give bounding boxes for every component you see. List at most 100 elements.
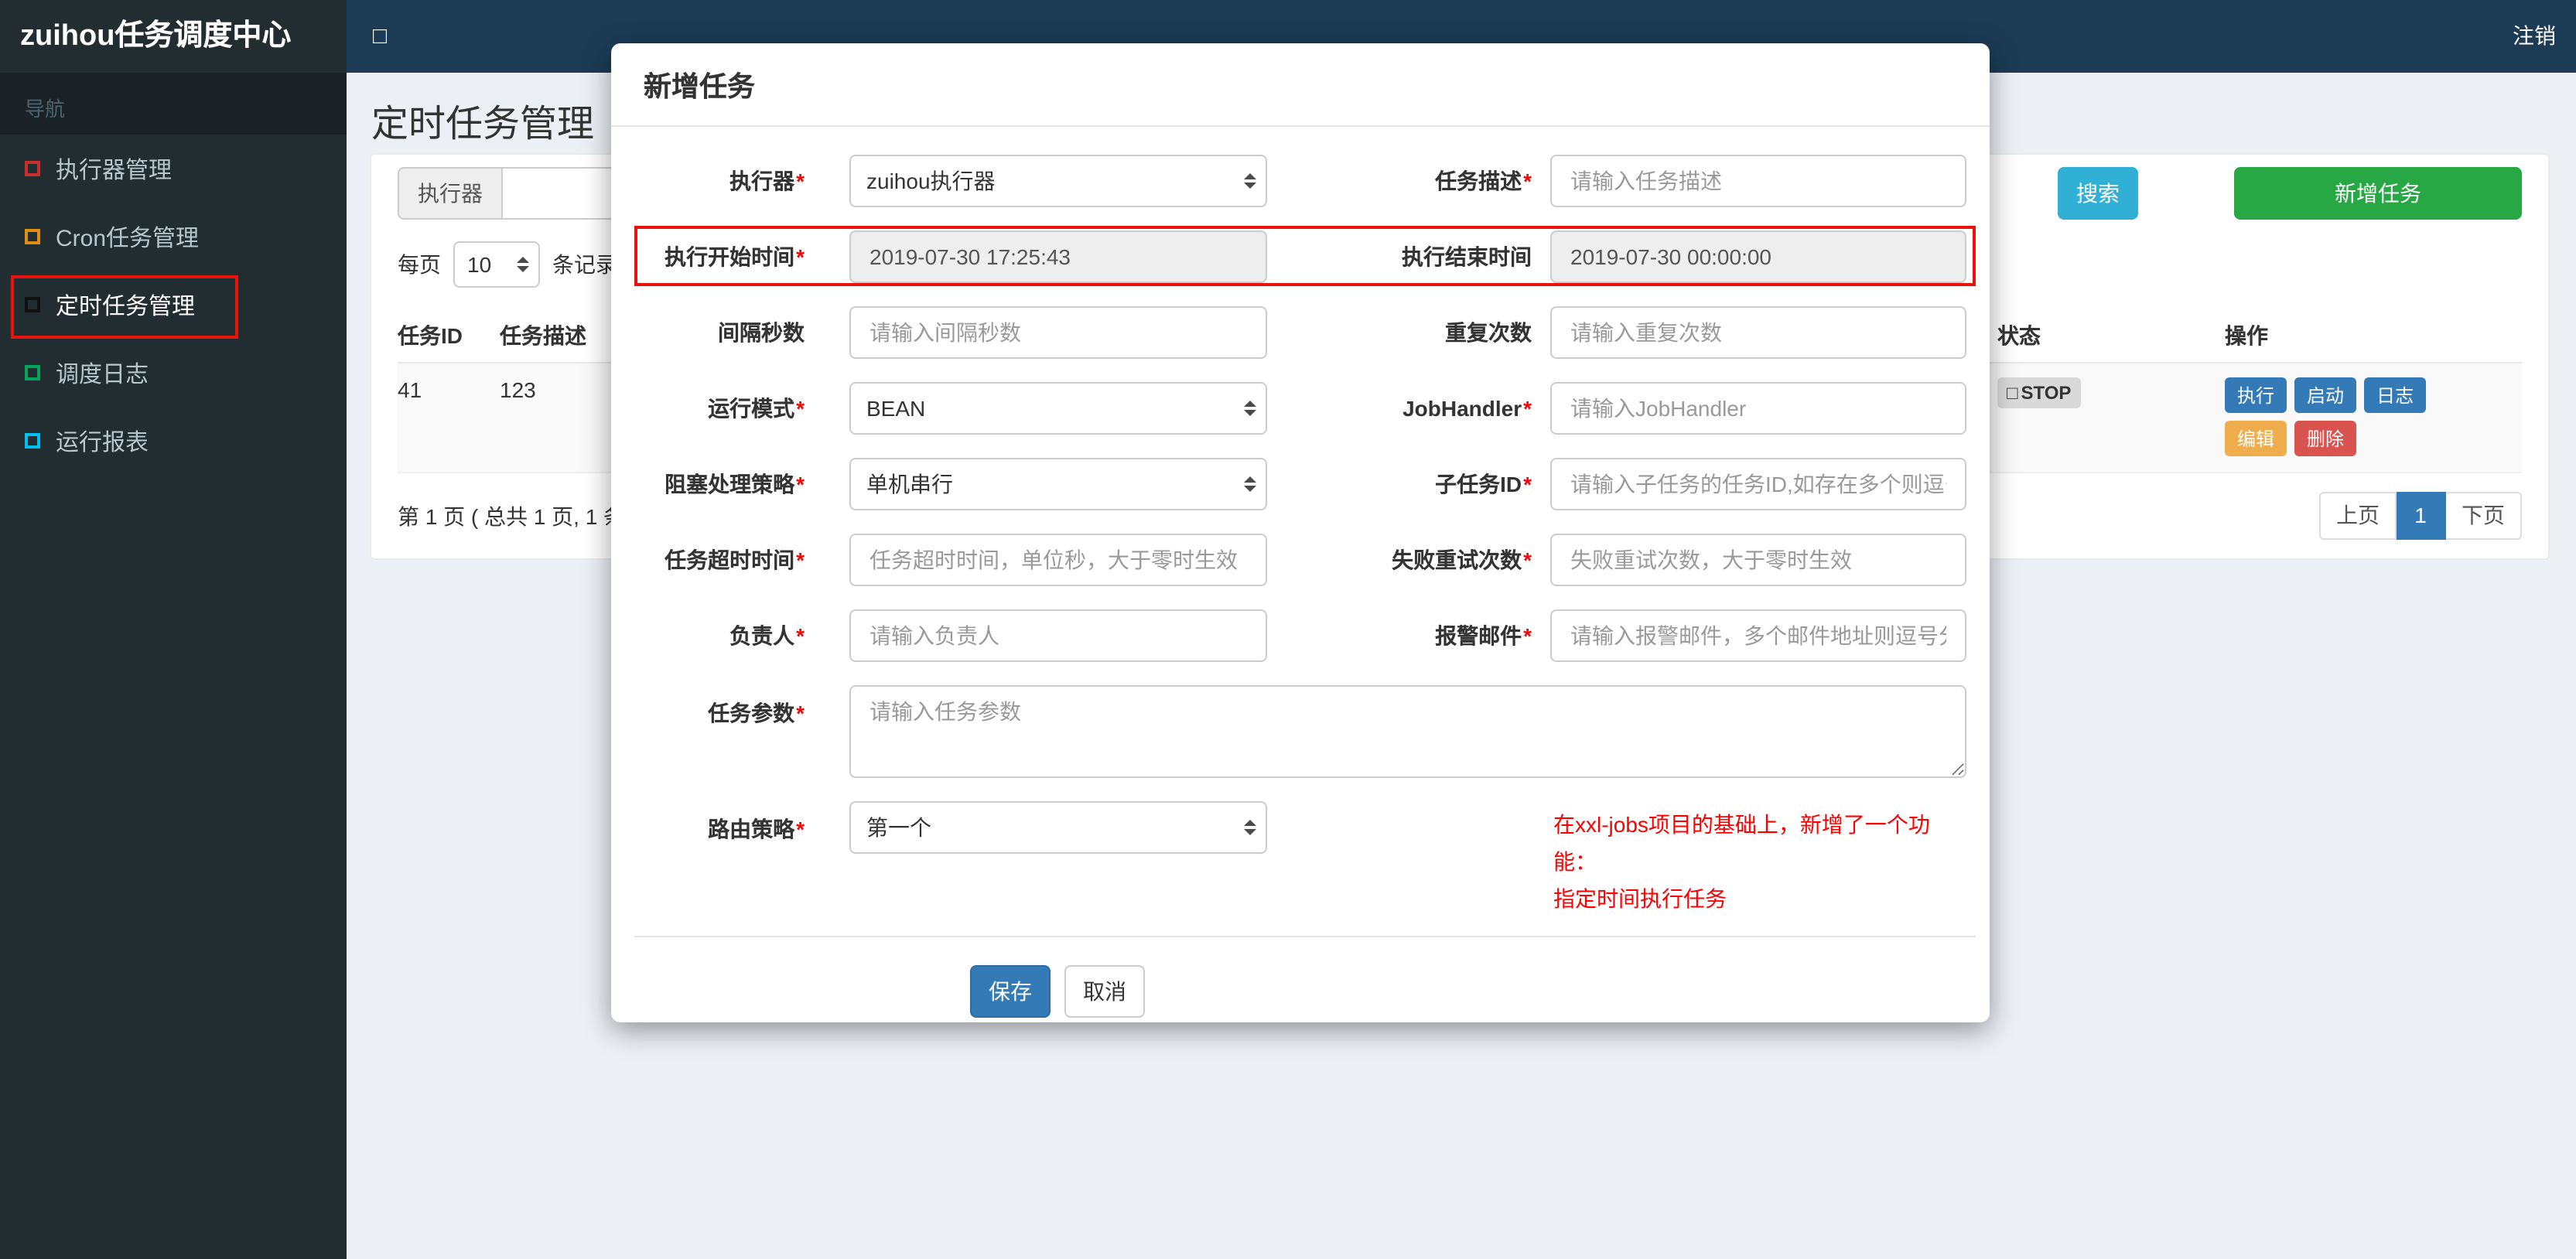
- repeat-count-label: 重复次数: [1445, 320, 1532, 345]
- child-jobid-label: 子任务ID *: [1435, 472, 1532, 496]
- square-icon: [25, 297, 40, 312]
- fail-retry-input[interactable]: [1550, 534, 1966, 586]
- job-desc-label: 任务描述 *: [1435, 169, 1532, 193]
- required-asterisk: *: [796, 548, 805, 572]
- form-row-route: 路由策略 * 第一个 在xxl-jobs项目的基础上，新增了一个功能： 指定时间执…: [642, 801, 1966, 917]
- per-page-suffix: 条记录: [552, 252, 617, 277]
- form-row: 阻塞处理策略 * 单机串行 子任务ID *: [642, 458, 1966, 510]
- required-asterisk: *: [1523, 396, 1532, 421]
- end-time-input[interactable]: [1550, 230, 1966, 283]
- required-asterisk: *: [796, 169, 805, 193]
- start-time-input[interactable]: [849, 230, 1267, 283]
- col-header-status: 状态: [1997, 323, 2041, 348]
- app-brand[interactable]: zuihou任务调度中心: [0, 0, 347, 73]
- form-row-time-range: 执行开始时间* 执行结束时间: [634, 226, 1976, 286]
- timeout-label: 任务超时时间 *: [664, 548, 805, 572]
- route-strategy-select[interactable]: 第一个: [849, 801, 1267, 854]
- interval-input[interactable]: [849, 306, 1267, 359]
- sidebar-item-label: 定时任务管理: [56, 293, 196, 319]
- form-row: 间隔秒数 重复次数: [642, 306, 1966, 359]
- col-header-job-id: 任务ID: [398, 323, 463, 348]
- modal-body: 执行器* zuihou执行器 任务描述* 执行开始时间* 执行结束时间 间隔秒数…: [611, 127, 1990, 1018]
- add-job-modal: 新增任务 执行器* zuihou执行器 任务描述* 执行开始时间* 执行结束时间…: [611, 43, 1990, 1022]
- required-asterisk: *: [1523, 623, 1532, 648]
- job-params-textarea[interactable]: [849, 685, 1966, 778]
- col-header-actions: 操作: [2225, 323, 2268, 348]
- sidebar-item-label: Cron任务管理: [56, 225, 200, 251]
- modal-footer: 保存 取消: [611, 937, 1990, 1018]
- route-strategy-label: 路由策略 *: [708, 817, 805, 841]
- form-row: 执行器 * zuihou执行器 任务描述 *: [642, 155, 1966, 207]
- block-strategy-label: 阻塞处理策略 *: [664, 472, 805, 496]
- block-strategy-select[interactable]: 单机串行: [849, 458, 1267, 510]
- logout-link[interactable]: 注销: [2513, 0, 2556, 73]
- feature-note: 在xxl-jobs项目的基础上，新增了一个功能： 指定时间执行任务: [1553, 801, 1966, 917]
- cell-actions: 执行 启动 日志 编辑 删除: [2225, 377, 2522, 456]
- status-badge: □ STOP: [1997, 377, 2081, 408]
- sidebar-item-label: 执行器管理: [56, 157, 173, 183]
- sidebar-item-label: 运行报表: [56, 429, 149, 455]
- delete-button[interactable]: 删除: [2294, 421, 2357, 456]
- form-row-params: 任务参数 *: [642, 685, 1966, 778]
- start-button[interactable]: 启动: [2294, 377, 2357, 413]
- sidebar-item-cron-job-manage[interactable]: Cron任务管理: [0, 203, 347, 271]
- stop-square-icon: □: [2007, 382, 2018, 404]
- form-row: 运行模式 * BEAN JobHandler *: [642, 382, 1966, 435]
- page-1-button[interactable]: 1: [2397, 492, 2446, 540]
- owner-input[interactable]: [849, 609, 1267, 662]
- nav-section-label: 导航: [0, 73, 347, 135]
- required-asterisk: *: [796, 817, 805, 841]
- run-button[interactable]: 执行: [2225, 377, 2287, 413]
- square-icon: [25, 229, 40, 244]
- edit-button[interactable]: 编辑: [2225, 421, 2287, 456]
- executor-label: 执行器 *: [729, 169, 805, 193]
- per-page-select[interactable]: 10: [453, 241, 540, 288]
- job-params-label: 任务参数 *: [708, 701, 805, 725]
- feature-note-line2: 指定时间执行任务: [1553, 886, 1727, 911]
- repeat-count-input[interactable]: [1550, 306, 1966, 359]
- owner-label: 负责人 *: [729, 623, 805, 648]
- required-asterisk: *: [1523, 548, 1532, 572]
- sidebar-item-timed-job-manage[interactable]: 定时任务管理: [0, 271, 347, 339]
- job-desc-input[interactable]: [1550, 155, 1966, 207]
- add-job-button[interactable]: 新增任务: [2234, 167, 2522, 220]
- app-window: zuihou任务调度中心 □ 注销 导航 执行器管理 Cron任务管理 定时任务…: [0, 0, 2576, 1259]
- cell-status: □ STOP: [1997, 377, 2225, 456]
- modal-title: 新增任务: [611, 43, 1990, 127]
- start-time-label: 执行开始时间 *: [664, 244, 805, 269]
- next-page-button[interactable]: 下页: [2446, 492, 2522, 540]
- search-button[interactable]: 搜索: [2058, 167, 2138, 220]
- timeout-input[interactable]: [849, 534, 1267, 586]
- jobhandler-label: JobHandler *: [1402, 396, 1532, 421]
- status-text: STOP: [2021, 382, 2072, 404]
- form-row: 负责人* 报警邮件*: [642, 609, 1966, 662]
- sidebar: 导航 执行器管理 Cron任务管理 定时任务管理 调度日志 运行报表: [0, 73, 347, 1259]
- sidebar-toggle-icon[interactable]: □: [373, 0, 387, 73]
- required-asterisk: *: [796, 701, 805, 725]
- cancel-button[interactable]: 取消: [1064, 965, 1145, 1018]
- square-icon: [25, 433, 40, 449]
- sidebar-item-run-report[interactable]: 运行报表: [0, 407, 347, 475]
- executor-select[interactable]: zuihou执行器: [849, 155, 1267, 207]
- sidebar-item-executor-manage[interactable]: 执行器管理: [0, 135, 347, 203]
- square-icon: [25, 161, 40, 176]
- required-asterisk: *: [1523, 472, 1532, 496]
- executor-filter-label: 执行器: [398, 167, 501, 220]
- interval-label: 间隔秒数: [718, 320, 805, 345]
- save-button[interactable]: 保存: [970, 965, 1051, 1018]
- log-button[interactable]: 日志: [2364, 377, 2427, 413]
- child-jobid-input[interactable]: [1550, 458, 1966, 510]
- alarm-email-label: 报警邮件 *: [1435, 623, 1532, 648]
- square-icon: [25, 365, 40, 380]
- row-action-buttons: 执行 启动 日志 编辑 删除: [2225, 377, 2432, 456]
- jobhandler-input[interactable]: [1550, 382, 1966, 435]
- pagination: 上页 1 下页: [2319, 492, 2522, 540]
- feature-note-line1: 在xxl-jobs项目的基础上，新增了一个功能：: [1553, 812, 1930, 874]
- prev-page-button[interactable]: 上页: [2319, 492, 2397, 540]
- required-asterisk: *: [796, 623, 805, 648]
- sidebar-item-dispatch-log[interactable]: 调度日志: [0, 339, 347, 407]
- toolbar-actions: 搜索 新增任务: [2058, 167, 2522, 220]
- alarm-email-input[interactable]: [1550, 609, 1966, 662]
- run-mode-select[interactable]: BEAN: [849, 382, 1267, 435]
- form-row: 任务超时时间* 失败重试次数*: [642, 534, 1966, 586]
